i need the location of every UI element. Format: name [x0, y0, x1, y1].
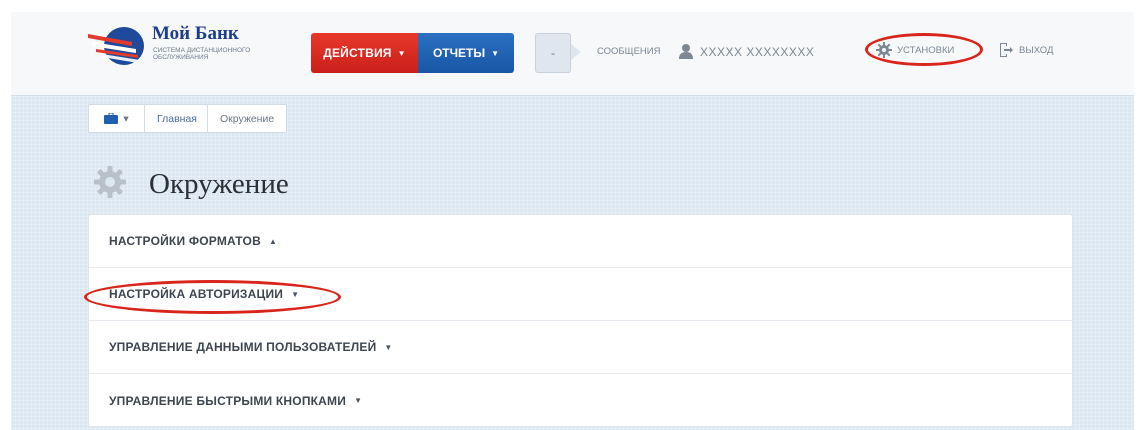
section-user-data[interactable]: УПРАВЛЕНИЕ ДАННЫМИ ПОЛЬЗОВАТЕЛЕЙ ▼ [89, 321, 1072, 374]
user-name-link[interactable]: XXXXX XXXXXXXX [700, 45, 814, 59]
gear-icon [94, 166, 126, 198]
actions-label: ДЕЙСТВИЯ [323, 46, 392, 60]
breadcrumb-home-menu[interactable]: ▾ [89, 105, 145, 132]
messages-link[interactable]: СООБЩЕНИЯ [597, 46, 660, 57]
breadcrumb: ▾ Главная Окружение [88, 104, 288, 133]
chevron-down-icon: ▾ [123, 112, 129, 125]
brand-name: Мой Банк [152, 23, 239, 44]
section-quick-buttons[interactable]: УПРАВЛЕНИЕ БЫСТРЫМИ КНОПКАМИ ▼ [89, 374, 1072, 427]
section-label: УПРАВЛЕНИЕ БЫСТРЫМИ КНОПКАМИ [109, 393, 347, 408]
breadcrumb-item-home[interactable]: Главная [145, 105, 208, 132]
caret-up-icon: ▲ [268, 236, 278, 246]
brand-subtitle: система дистанционного обслуживания [153, 47, 251, 61]
section-label: НАСТРОЙКИ ФОРМАТОВ [109, 234, 261, 248]
section-label: УПРАВЛЕНИЕ ДАННЫМИ ПОЛЬЗОВАТЕЛЕЙ [109, 340, 377, 354]
settings-panel: НАСТРОЙКИ ФОРМАТОВ ▲ НАСТРОЙКА АВТОРИЗАЦ… [88, 214, 1073, 427]
logout-link[interactable]: ВЫХОД [998, 40, 1053, 60]
page-title: Окружение [149, 168, 289, 200]
bank-logo-icon[interactable] [88, 22, 152, 68]
authorization-highlight-oval [84, 280, 341, 314]
messages-pointer [571, 44, 581, 60]
reports-menu-button[interactable]: ОТЧЕТЫ ▼ [418, 33, 514, 73]
caret-down-icon: ▼ [354, 396, 363, 405]
caret-down-icon: ▼ [397, 48, 406, 58]
logout-icon [1000, 43, 1013, 57]
section-formats[interactable]: НАСТРОЙКИ ФОРМАТОВ ▲ [89, 215, 1072, 268]
caret-down-icon: ▼ [491, 48, 500, 58]
user-icon [679, 44, 693, 59]
caret-down-icon: ▼ [384, 342, 393, 352]
actions-menu-button[interactable]: ДЕЙСТВИЯ ▼ [311, 33, 418, 73]
logout-label: ВЫХОД [1019, 44, 1054, 56]
messages-count-badge[interactable]: - [535, 33, 571, 73]
settings-highlight-oval [865, 33, 983, 66]
briefcase-icon [104, 113, 119, 124]
breadcrumb-item-current: Окружение [219, 112, 275, 125]
reports-label: ОТЧЕТЫ [432, 46, 486, 60]
